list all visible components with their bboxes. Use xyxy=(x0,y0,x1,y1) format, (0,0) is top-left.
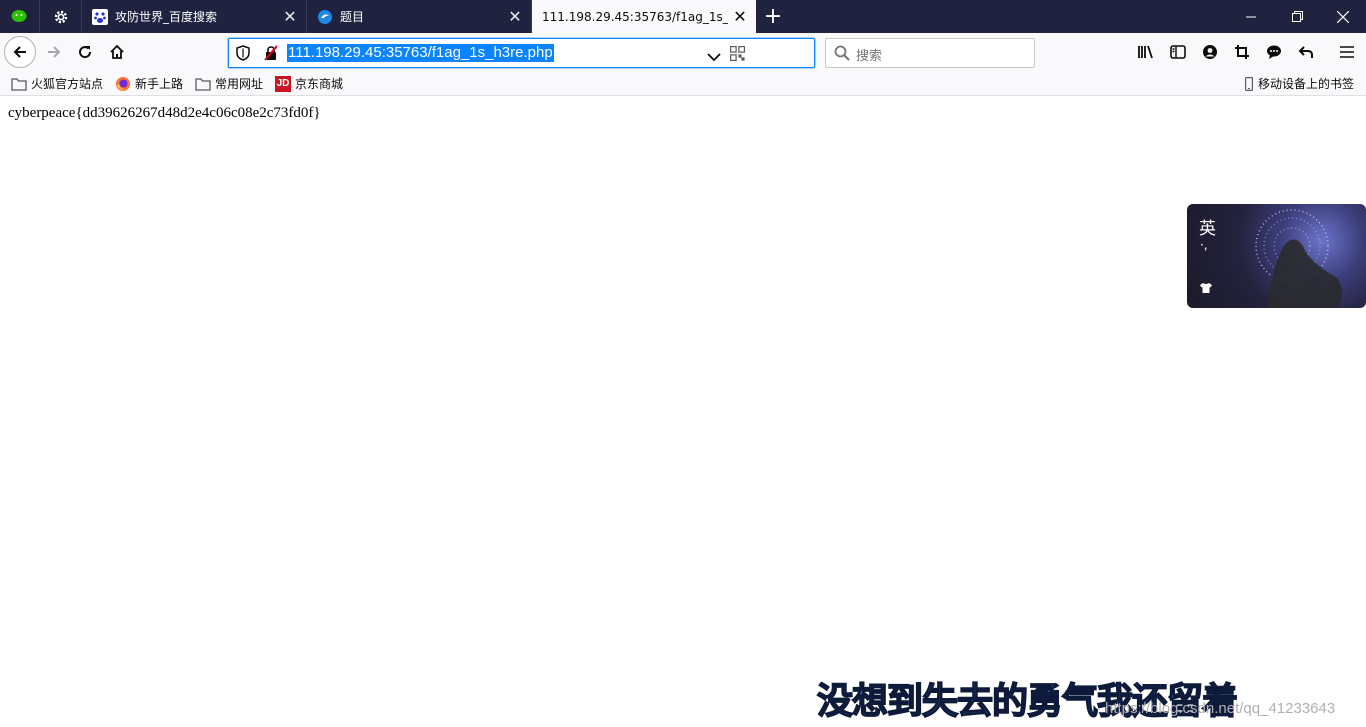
menu-button[interactable] xyxy=(1333,38,1361,66)
skin-shirt-icon[interactable] xyxy=(1199,282,1213,297)
tracking-shield-icon[interactable] xyxy=(236,45,250,65)
hamburger-menu-icon xyxy=(1340,46,1354,58)
bookmarks-toolbar: 火狐官方站点 新手上路 常用网址 JD 京东商城 移动设备上的书签 xyxy=(0,71,1366,96)
pinned-tab-settings[interactable] xyxy=(40,0,82,33)
bookmark-label: 火狐官方站点 xyxy=(31,77,104,91)
tab-topic[interactable]: 题目 ✕ xyxy=(307,0,532,33)
folder-icon xyxy=(11,76,27,92)
site-globe-icon xyxy=(317,9,333,25)
search-icon xyxy=(834,45,850,65)
folder-icon xyxy=(195,76,211,92)
home-button[interactable] xyxy=(103,38,131,66)
sidebar-button[interactable] xyxy=(1164,38,1192,66)
library-icon xyxy=(1138,45,1153,59)
bookmark-label: 京东商城 xyxy=(295,77,344,91)
jd-icon: JD xyxy=(275,75,291,92)
url-text[interactable]: 111.198.29.45:35763/f1ag_1s_h3re.php xyxy=(287,44,554,62)
account-button[interactable] xyxy=(1196,38,1224,66)
insecure-connection-icon[interactable] xyxy=(263,45,279,65)
pinned-tab-wechat[interactable] xyxy=(0,0,40,33)
blog-watermark: https://blog.csdn.net/qq_41233643 xyxy=(1105,700,1336,717)
restore-button[interactable] xyxy=(1274,0,1320,33)
ime-punctuation-mode[interactable]: ·, xyxy=(1200,238,1208,252)
close-tab-icon[interactable]: ✕ xyxy=(278,7,302,26)
qr-code-icon[interactable] xyxy=(730,46,745,65)
firefox-icon xyxy=(115,76,131,92)
forward-button[interactable] xyxy=(40,38,68,66)
minimize-button[interactable] xyxy=(1228,0,1274,33)
address-bar[interactable]: 111.198.29.45:35763/f1ag_1s_h3re.php xyxy=(228,38,815,68)
tab-label: 攻防世界_百度搜索 xyxy=(115,10,218,24)
sidebar-icon xyxy=(1170,45,1186,59)
speech-bubble-icon xyxy=(1267,45,1281,59)
back-arrow-icon xyxy=(13,46,26,58)
ime-mode-char[interactable]: 英 xyxy=(1199,214,1216,239)
screenshot-button[interactable] xyxy=(1228,38,1256,66)
bookmark-common-sites[interactable]: 常用网址 xyxy=(195,75,263,92)
ime-status-widget[interactable]: 英 ·, xyxy=(1187,204,1366,308)
forward-arrow-icon xyxy=(48,46,61,58)
crop-icon xyxy=(1235,45,1249,59)
library-button[interactable] xyxy=(1132,38,1160,66)
home-icon xyxy=(110,44,124,59)
search-bar[interactable]: 搜索 xyxy=(825,38,1035,68)
reload-icon xyxy=(79,46,92,59)
back-button[interactable] xyxy=(4,36,36,68)
tab-label: 111.198.29.45:35763/f1ag_1s_h3 xyxy=(542,9,728,24)
mobile-bookmarks[interactable]: 移动设备上的书签 xyxy=(1244,75,1354,92)
tab-active-flag-page[interactable]: 111.198.29.45:35763/f1ag_1s_h3 ✕ xyxy=(532,0,756,33)
baidu-paw-icon xyxy=(92,8,108,25)
tab-baidu-search[interactable]: 攻防世界_百度搜索 ✕ xyxy=(82,0,307,33)
wechat-icon xyxy=(11,9,26,22)
tab-label: 题目 xyxy=(340,10,365,24)
new-tab-button[interactable]: + xyxy=(760,0,786,33)
bookmark-getting-started[interactable]: 新手上路 xyxy=(115,75,183,92)
bookmark-label: 新手上路 xyxy=(135,77,184,91)
bookmark-jd-mall[interactable]: JD 京东商城 xyxy=(275,75,343,92)
bookmark-firefox-official[interactable]: 火狐官方站点 xyxy=(11,75,103,92)
tab-strip: 攻防世界_百度搜索 ✕ 题目 ✕ 111.198.29.45:35763/f1a… xyxy=(0,0,1366,33)
undo-arrow-icon xyxy=(1298,46,1313,58)
account-icon xyxy=(1203,45,1217,59)
search-placeholder[interactable]: 搜索 xyxy=(856,45,882,64)
chat-extension-button[interactable] xyxy=(1260,38,1288,66)
bookmark-label: 常用网址 xyxy=(215,77,264,91)
flag-text: cyberpeace{dd39626267d48d2e4c06c08e2c73f… xyxy=(8,105,321,121)
undo-extension-button[interactable] xyxy=(1292,38,1320,66)
close-tab-icon[interactable]: ✕ xyxy=(728,7,752,26)
mobile-device-icon xyxy=(1244,76,1254,92)
close-icon xyxy=(1337,10,1349,23)
restore-icon xyxy=(1291,11,1303,22)
minimize-icon xyxy=(1246,16,1256,17)
close-window-button[interactable] xyxy=(1320,0,1366,33)
reload-button[interactable] xyxy=(71,38,99,66)
settings-gear-icon xyxy=(54,10,67,23)
bookmark-label: 移动设备上的书签 xyxy=(1258,77,1355,91)
close-tab-icon[interactable]: ✕ xyxy=(503,7,527,26)
chevron-down-icon[interactable] xyxy=(707,47,721,66)
